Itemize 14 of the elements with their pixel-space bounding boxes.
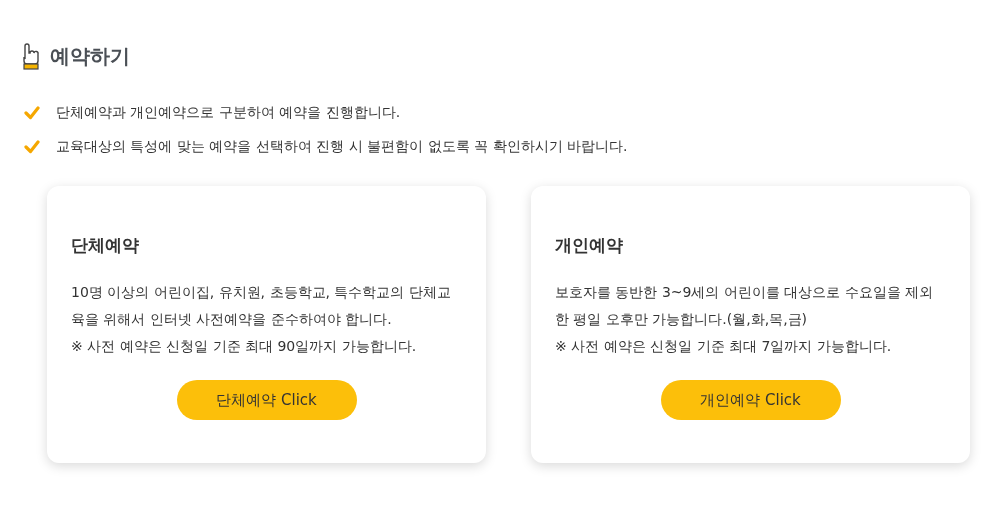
notice-text: 단체예약과 개인예약으로 구분하여 예약을 진행합니다.	[56, 104, 401, 122]
reserve-button[interactable]: 단체예약 Click	[176, 380, 357, 420]
card-description: 10명 이상의 어린이집, 유치원, 초등학교, 특수학교의 단체교육을 위해서 인터넷 사전예약을 준수하여야 합니다.	[71, 283, 452, 329]
page-heading: 예약하기	[50, 42, 130, 70]
check-icon	[24, 140, 40, 154]
check-icon	[24, 106, 40, 120]
card-title: 개인예약	[555, 234, 624, 257]
notice-text: 교육대상의 특성에 맞는 예약을 선택하여 진행 시 불편함이 없도록 꼭 확인하시기 바랍니다.	[56, 138, 628, 156]
card-title: 단체예약	[71, 234, 140, 257]
card-note: ※ 사전 예약은 신청일 기준 최대 90일까지 가능합니다.	[71, 337, 418, 356]
card-description: 보호자를 동반한 3~9세의 어린이를 대상으로 수요일을 제외한 평일 오후만 가능합니다.(월,화,목,금)	[555, 283, 935, 329]
hand-icon	[20, 42, 40, 70]
reserve-button[interactable]: 개인예약 Click	[660, 380, 841, 420]
card-note: ※ 사전 예약은 신청일 기준 최대 7일까지 가능합니다.	[555, 337, 893, 356]
